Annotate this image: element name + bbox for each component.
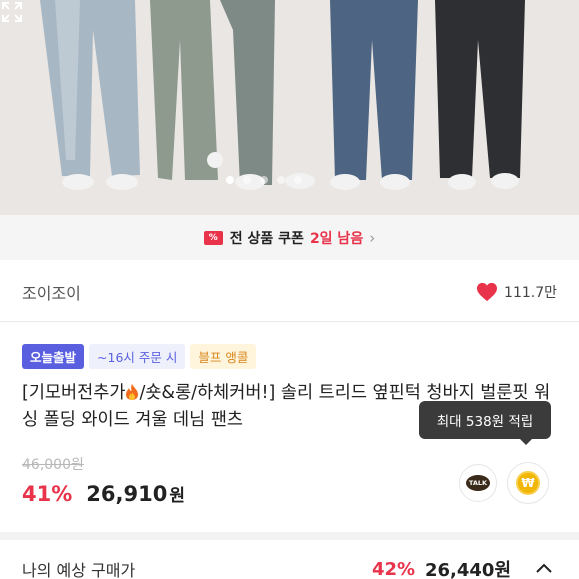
- carousel-dot[interactable]: [260, 176, 268, 184]
- chevron-right-icon: ›: [369, 228, 376, 247]
- kakaotalk-share-button[interactable]: TALK: [459, 464, 497, 502]
- chevron-up-icon[interactable]: [534, 559, 554, 579]
- expand-icon[interactable]: [0, 0, 24, 24]
- carousel-dot[interactable]: [294, 176, 302, 184]
- expected-price-label: 나의 예상 구매가: [22, 561, 136, 579]
- coupon-text: 전 상품 쿠폰: [229, 230, 304, 247]
- expected-discount: 42%: [372, 558, 416, 579]
- heart-icon: [477, 282, 498, 301]
- coupon-ticket-icon: %: [203, 230, 223, 245]
- won-coin-icon: ₩: [516, 471, 540, 495]
- carousel-dot[interactable]: [226, 176, 234, 184]
- seller-name[interactable]: 조이조이: [22, 280, 81, 304]
- reward-tooltip: 최대 538원 적립: [419, 401, 551, 445]
- carousel-dot[interactable]: [277, 176, 285, 184]
- expected-amount: 26,440원: [425, 560, 512, 579]
- coupon-banner[interactable]: % 전 상품 쿠폰 2일 남음 ›: [0, 215, 579, 260]
- discount-rate: 41%: [22, 482, 73, 506]
- like-count: 111.7만: [504, 284, 557, 301]
- expected-price-row[interactable]: 나의 예상 구매가 42% 26,440원: [22, 554, 557, 579]
- badge-today-ship: 오늘출발: [22, 344, 85, 369]
- price-amount: 26,910: [86, 482, 168, 506]
- pay-reward-button[interactable]: ₩: [507, 462, 549, 504]
- carousel-dots[interactable]: [226, 176, 302, 184]
- product-title-part1: [기모버전추가: [22, 383, 126, 403]
- like-button[interactable]: 111.7만: [476, 282, 557, 302]
- badge-order-time: ~16시 주문 시: [89, 344, 186, 369]
- badge-event: 블프 앵콜: [190, 344, 257, 369]
- original-price: 46,000원: [22, 457, 84, 473]
- product-image[interactable]: [0, 0, 579, 215]
- badge-row: 오늘출발 ~16시 주문 시 블프 앵콜: [22, 344, 257, 369]
- sale-price: 41% 26,910 원: [22, 481, 185, 506]
- carousel-dot[interactable]: [243, 176, 251, 184]
- talk-icon: TALK: [466, 475, 490, 491]
- coupon-days-left: 2일 남음: [309, 230, 364, 247]
- section-divider: [0, 532, 579, 540]
- fire-icon: [126, 384, 139, 400]
- seller-row: 조이조이 111.7만: [0, 262, 579, 322]
- price-unit: 원: [169, 486, 185, 506]
